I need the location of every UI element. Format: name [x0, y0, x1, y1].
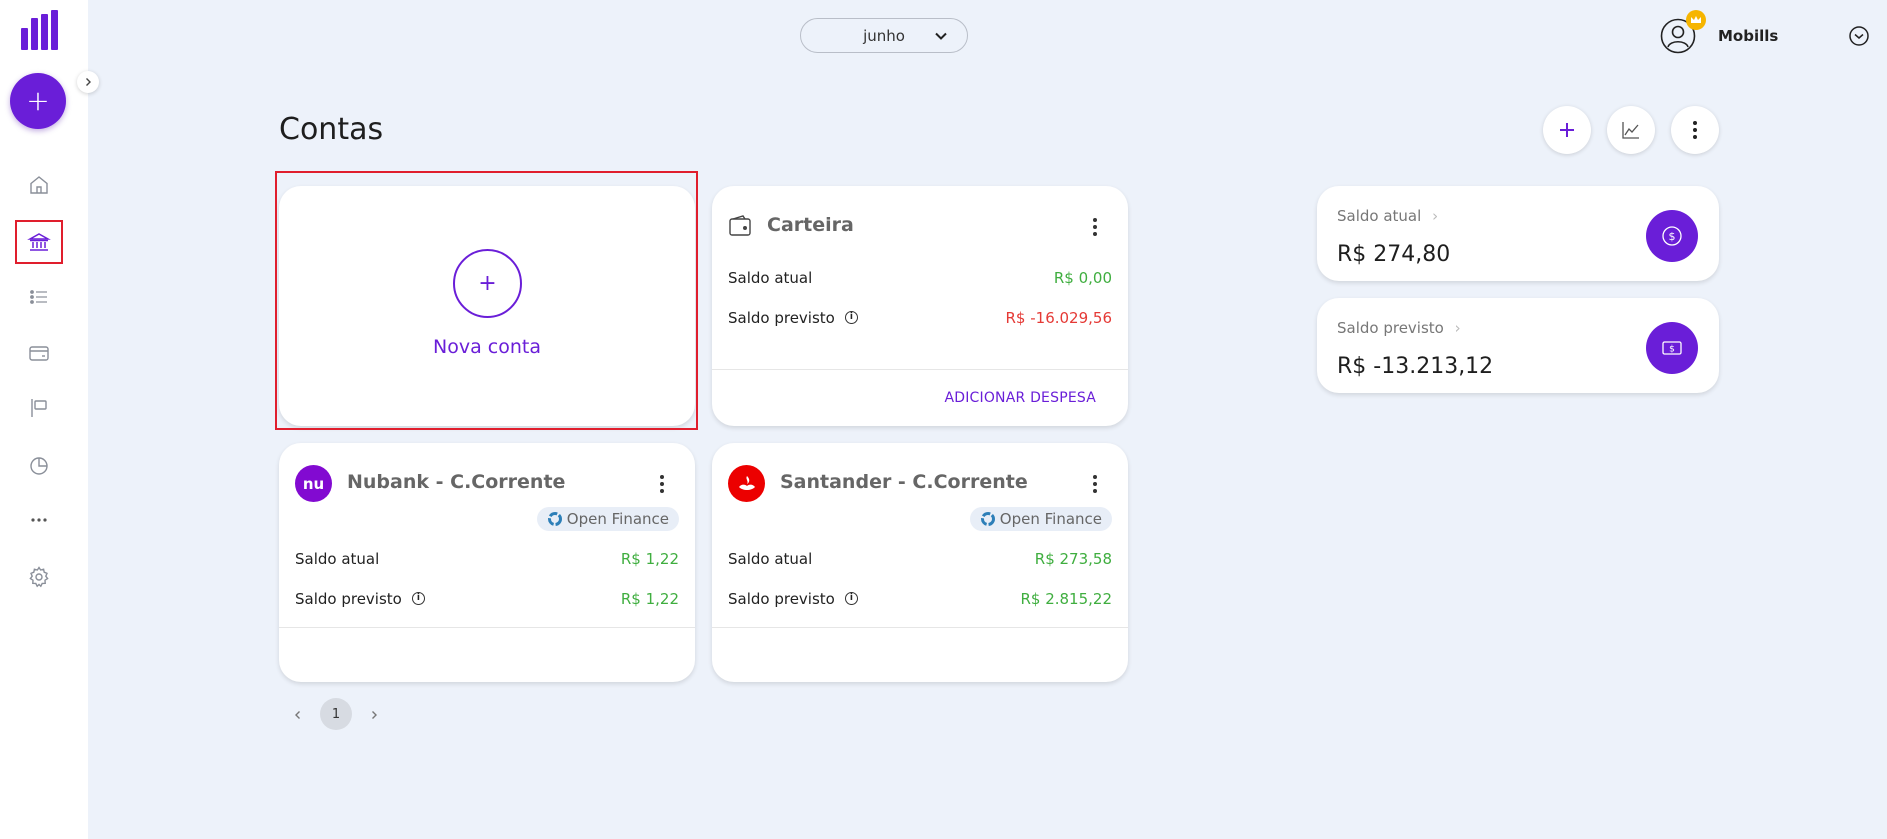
more-options-button[interactable]	[1671, 106, 1719, 154]
saldo-atual-label: Saldo atual	[295, 550, 380, 568]
summary-value: R$ 274,80	[1337, 242, 1451, 267]
account-name: Nubank - C.Corrente	[347, 471, 566, 493]
open-finance-icon	[980, 512, 995, 526]
sidebar-item-accounts[interactable]	[15, 220, 63, 264]
saldo-previsto-value: R$ -16.029,56	[1005, 309, 1113, 327]
gear-icon	[29, 566, 49, 588]
saldo-atual-value: R$ 273,58	[1034, 550, 1112, 568]
pagination-page[interactable]: 1	[320, 698, 352, 730]
new-account-card[interactable]: + Nova conta	[279, 186, 695, 426]
account-name: Carteira	[767, 214, 854, 236]
line-chart-icon	[1622, 122, 1639, 139]
saldo-previsto-label: Saldo previsto i	[295, 590, 425, 608]
chevron-left-icon	[295, 711, 300, 719]
wallet-icon	[729, 215, 751, 236]
card-icon	[29, 346, 49, 361]
more-icon	[31, 518, 47, 522]
summary-label: Saldo atual ›	[1337, 207, 1439, 225]
user-menu-chevron-icon[interactable]	[1849, 26, 1869, 46]
divider	[712, 627, 1128, 628]
sidebar-item-credit-cards[interactable]	[17, 333, 61, 373]
summary-saldo-atual-card[interactable]: Saldo atual › R$ 274,80 $	[1317, 186, 1719, 281]
month-label: junho	[863, 26, 905, 45]
svg-text:$: $	[1669, 230, 1676, 243]
svg-text:$: $	[1669, 345, 1675, 355]
account-menu-icon[interactable]	[1092, 216, 1098, 238]
pagination-prev-button[interactable]	[288, 705, 308, 725]
dollar-circle-icon: $	[1646, 210, 1698, 262]
cash-icon: $	[1646, 322, 1698, 374]
open-finance-icon	[547, 512, 562, 526]
sidebar-item-more[interactable]	[17, 500, 61, 540]
flag-icon	[31, 399, 47, 417]
bank-icon	[27, 233, 51, 251]
divider	[279, 627, 695, 628]
home-icon	[30, 176, 48, 194]
chevron-right-icon: ›	[1454, 319, 1461, 337]
summary-value: R$ -13.213,12	[1337, 354, 1494, 379]
saldo-atual-label: Saldo atual	[728, 269, 813, 287]
account-card-nubank[interactable]: nu Nubank - C.Corrente Open Finance Sald…	[279, 443, 695, 682]
sidebar-item-reports[interactable]	[17, 445, 61, 485]
add-expense-link[interactable]: ADICIONAR DESPESA	[944, 390, 1096, 406]
open-finance-badge: Open Finance	[536, 507, 679, 531]
month-selector[interactable]: junho	[800, 18, 968, 53]
pie-chart-icon	[30, 457, 48, 475]
info-icon[interactable]: i	[411, 592, 425, 605]
add-account-button[interactable]	[1543, 106, 1591, 154]
summary-saldo-previsto-card[interactable]: Saldo previsto › R$ -13.213,12 $	[1317, 298, 1719, 393]
kebab-icon	[1693, 121, 1697, 139]
saldo-previsto-label: Saldo previsto i	[728, 590, 858, 608]
sidebar-item-goals[interactable]	[17, 388, 61, 428]
info-icon[interactable]: i	[844, 311, 858, 324]
open-finance-badge: Open Finance	[969, 507, 1112, 531]
account-card-santander[interactable]: Santander - C.Corrente Open Finance Sald…	[712, 443, 1128, 682]
saldo-atual-value: R$ 0,00	[1053, 269, 1112, 287]
nubank-logo: nu	[295, 465, 332, 502]
add-transaction-button[interactable]: +	[10, 73, 66, 129]
sidebar-item-settings[interactable]	[17, 557, 61, 597]
expand-sidebar-button[interactable]	[77, 71, 99, 93]
saldo-previsto-value: R$ 2.815,22	[1020, 590, 1112, 608]
saldo-previsto-label: Saldo previsto i	[728, 309, 858, 327]
account-name: Santander - C.Corrente	[780, 471, 1028, 493]
chevron-right-icon	[86, 78, 91, 86]
sidebar-item-transactions[interactable]	[17, 277, 61, 317]
plus-circle-icon: +	[453, 249, 522, 318]
chevron-down-icon	[935, 32, 947, 40]
divider	[712, 369, 1128, 370]
saldo-atual-value: R$ 1,22	[620, 550, 679, 568]
page-title: Contas	[279, 112, 384, 147]
chevron-right-icon: ›	[1432, 207, 1439, 225]
premium-crown-icon	[1686, 10, 1706, 30]
mobills-logo[interactable]	[21, 10, 58, 50]
info-icon[interactable]: i	[844, 592, 858, 605]
pagination-next-button[interactable]	[364, 705, 384, 725]
user-name: Mobills	[1718, 27, 1779, 45]
account-menu-icon[interactable]	[1092, 473, 1098, 495]
account-menu-icon[interactable]	[659, 473, 665, 495]
plus-icon	[1560, 123, 1574, 137]
saldo-previsto-value: R$ 1,22	[620, 590, 679, 608]
list-icon	[30, 290, 47, 304]
new-account-label: Nova conta	[433, 336, 541, 358]
chevron-right-icon	[372, 711, 377, 719]
chart-button[interactable]	[1607, 106, 1655, 154]
plus-icon: +	[26, 84, 50, 117]
sidebar-item-home[interactable]	[17, 165, 61, 205]
sidebar: +	[0, 0, 88, 839]
santander-logo	[728, 465, 765, 502]
summary-label: Saldo previsto ›	[1337, 319, 1461, 337]
account-card-carteira[interactable]: Carteira Saldo atual R$ 0,00 Saldo previ…	[712, 186, 1128, 426]
saldo-atual-label: Saldo atual	[728, 550, 813, 568]
